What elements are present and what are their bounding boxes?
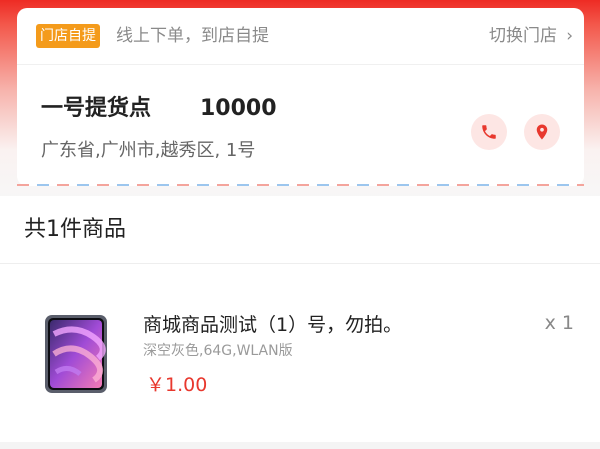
pickup-description: 线上下单，到店自提 (116, 26, 269, 46)
pickup-mode-row: 门店自提 线上下单，到店自提 切换门店 › (17, 8, 584, 65)
store-card: 门店自提 线上下单，到店自提 切换门店 › 一号提货点 10000 广东省,广州… (17, 8, 584, 186)
envelope-dashed-divider (17, 184, 584, 186)
store-location-button[interactable] (524, 114, 560, 150)
location-pin-icon (536, 124, 548, 140)
tablet-product-image (45, 315, 107, 393)
store-name: 一号提货点 (41, 96, 152, 121)
store-address: 广东省,广州市,越秀区, 1号 (41, 140, 256, 161)
call-store-button[interactable] (471, 114, 507, 150)
store-phone: 10000 (200, 96, 277, 121)
chevron-right-icon[interactable]: › (566, 24, 573, 48)
pickup-badge: 门店自提 (36, 24, 100, 48)
goods-price: ￥1.00 (146, 374, 208, 396)
goods-item[interactable]: 商城商品测试（1）号，勿拍。 深空灰色,64G,WLAN版 ￥1.00 x 1 (0, 264, 600, 442)
goods-spec: 深空灰色,64G,WLAN版 (143, 343, 293, 359)
goods-count-header: 共1件商品 (0, 196, 600, 264)
phone-icon (482, 125, 496, 139)
goods-section: 共1件商品 商城商品测试（1）号，勿拍。 深空灰色,64G,WLAN版 ￥1.0… (0, 196, 600, 442)
switch-store-link[interactable]: 切换门店 (489, 24, 557, 48)
goods-quantity: x 1 (544, 312, 574, 334)
goods-title: 商城商品测试（1）号，勿拍。 (143, 314, 403, 336)
